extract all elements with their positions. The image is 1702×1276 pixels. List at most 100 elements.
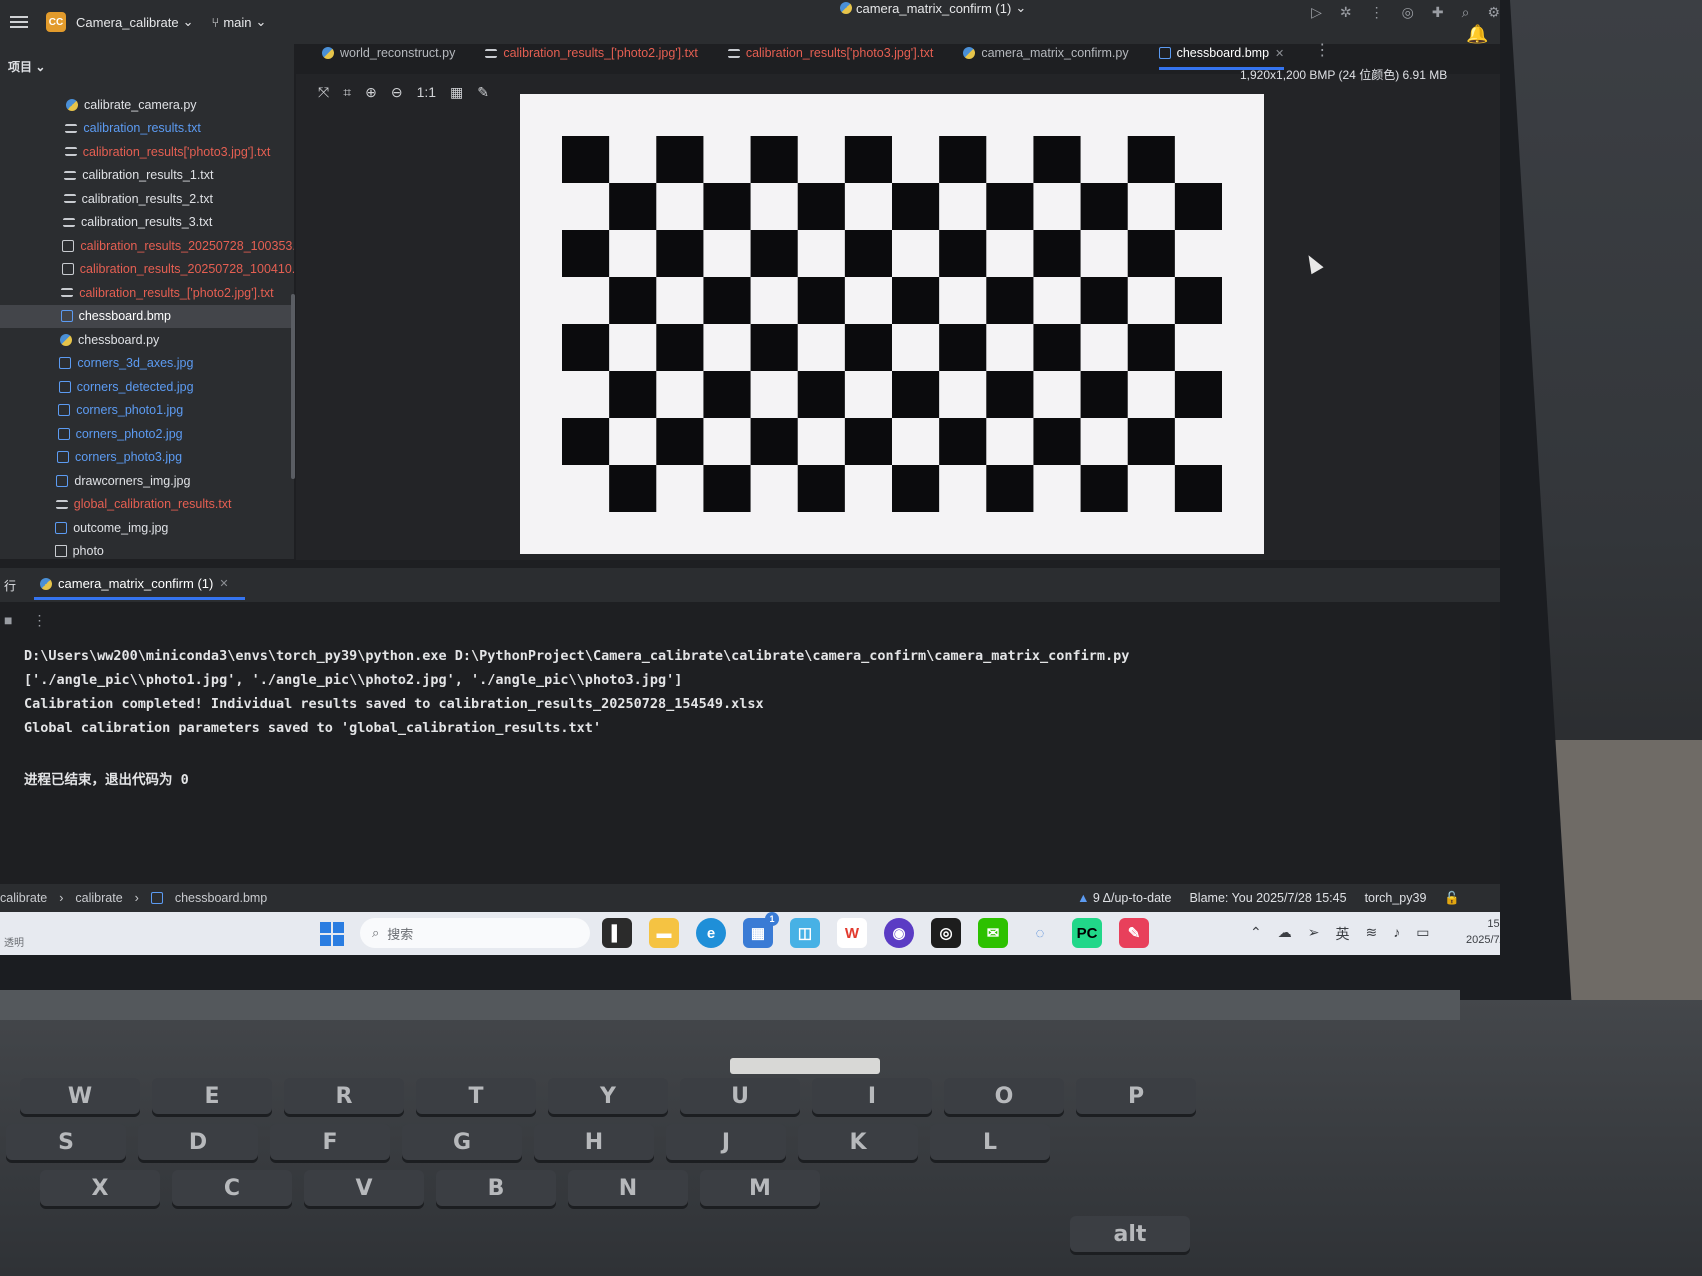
stop-icon[interactable]: ■ bbox=[4, 612, 12, 629]
volume-icon[interactable]: ♪ bbox=[1393, 924, 1400, 944]
key-e[interactable]: E bbox=[152, 1078, 272, 1114]
crop-icon[interactable]: ⌗ bbox=[343, 84, 351, 101]
zoom-out-icon[interactable]: ⊖ bbox=[391, 84, 403, 101]
task-view-icon[interactable]: ▌ bbox=[602, 918, 632, 948]
more-icon[interactable]: ⋮ bbox=[1370, 4, 1384, 21]
ime-indicator[interactable]: 英 bbox=[1335, 924, 1349, 944]
key-g[interactable]: G bbox=[402, 1124, 522, 1160]
lock-icon[interactable]: 🔓 bbox=[1444, 891, 1460, 906]
key-l[interactable]: L bbox=[930, 1124, 1050, 1160]
key-t[interactable]: T bbox=[416, 1078, 536, 1114]
file-tree-item[interactable]: corners_detected.jpg bbox=[0, 375, 294, 399]
file-tree-item[interactable]: calibration_results['photo3.jpg'].txt bbox=[0, 140, 294, 164]
run-config-selector[interactable]: camera_matrix_confirm (1) ⌄ bbox=[840, 0, 1026, 16]
taskbar-clock[interactable]: 15:59 2025/7/28 bbox=[1466, 916, 1500, 948]
key-n[interactable]: N bbox=[568, 1170, 688, 1206]
chevron-up-icon[interactable]: ⌃ bbox=[1250, 924, 1262, 944]
color-picker-icon[interactable]: ✎ bbox=[477, 84, 489, 101]
file-tree-item[interactable]: corners_photo3.jpg bbox=[0, 446, 294, 470]
key-o[interactable]: O bbox=[944, 1078, 1064, 1114]
github-icon[interactable]: ◎ bbox=[931, 918, 961, 948]
key-v[interactable]: V bbox=[304, 1170, 424, 1206]
file-tree-item[interactable]: global_calibration_results.txt bbox=[0, 493, 294, 517]
file-tree-item[interactable]: calibration_results.txt bbox=[0, 117, 294, 141]
pycharm-icon[interactable]: PC bbox=[1072, 918, 1102, 948]
close-icon[interactable]: ✕ bbox=[219, 577, 228, 590]
console-output[interactable]: D:\Users\ww200\miniconda3\envs\torch_py3… bbox=[0, 616, 1500, 884]
breadcrumb-item[interactable]: chessboard.bmp bbox=[175, 891, 267, 905]
copilot-icon[interactable]: ◎ bbox=[1402, 4, 1414, 21]
bilibili-icon[interactable]: ◫ bbox=[790, 918, 820, 948]
wps-icon[interactable]: W bbox=[837, 918, 867, 948]
project-selector[interactable]: CC Camera_calibrate ⌄ bbox=[46, 12, 194, 32]
editor-tab[interactable]: calibration_results['photo3.jpg'].txt bbox=[727, 46, 933, 70]
key-h[interactable]: H bbox=[534, 1124, 654, 1160]
key-d[interactable]: D bbox=[138, 1124, 258, 1160]
cloud-icon[interactable]: ☁ bbox=[1278, 924, 1292, 944]
file-tree-item[interactable]: chessboard.py bbox=[0, 328, 294, 352]
project-panel-title[interactable]: 项目 ⌄ bbox=[0, 44, 294, 81]
breadcrumb-item[interactable]: calibrate bbox=[75, 891, 122, 905]
run-tab[interactable]: camera_matrix_confirm (1) ✕ bbox=[34, 570, 245, 600]
battery-icon[interactable]: ▭ bbox=[1416, 924, 1429, 944]
project-scrollbar[interactable] bbox=[291, 294, 295, 479]
windows-start-icon[interactable] bbox=[320, 922, 344, 946]
vcs-status[interactable]: ▲ 9 Δ/up-to-date bbox=[1077, 891, 1171, 905]
search-icon[interactable]: ⌕ bbox=[1462, 4, 1470, 21]
grid-icon[interactable]: ▦ bbox=[450, 84, 463, 101]
file-tree-item[interactable]: calibration_results_20250728_100410.x bbox=[0, 258, 294, 282]
run-icon[interactable]: ▷ bbox=[1311, 4, 1322, 21]
send-icon[interactable]: ➢ bbox=[1308, 924, 1320, 944]
file-tree-item[interactable]: chessboard.bmp bbox=[0, 304, 294, 328]
file-tree-item[interactable]: outcome_img.jpg bbox=[0, 516, 294, 540]
file-tree-item[interactable]: photo bbox=[0, 540, 294, 564]
file-tree-item[interactable]: corners_photo2.jpg bbox=[0, 422, 294, 446]
file-tree-item[interactable]: corners_photo1.jpg bbox=[0, 399, 294, 423]
key-r[interactable]: R bbox=[284, 1078, 404, 1114]
key-w[interactable]: W bbox=[20, 1078, 140, 1114]
settings-icon[interactable]: ⚙ bbox=[1487, 4, 1500, 21]
main-menu-icon[interactable] bbox=[10, 16, 28, 28]
notification-bell-icon[interactable]: 🔔 bbox=[1466, 24, 1488, 45]
key-p[interactable]: P bbox=[1076, 1078, 1196, 1114]
key-alt[interactable]: alt bbox=[1070, 1216, 1190, 1252]
key-c[interactable]: C bbox=[172, 1170, 292, 1206]
file-tree-item[interactable]: calibration_results_1.txt bbox=[0, 164, 294, 188]
chat-icon[interactable]: ◌ bbox=[1025, 918, 1055, 948]
obs-icon[interactable]: ◉ bbox=[884, 918, 914, 948]
file-tree-item[interactable]: corners_3d_axes.jpg bbox=[0, 352, 294, 376]
fit-screen-icon[interactable]: ⤧ bbox=[318, 84, 329, 101]
key-m[interactable]: M bbox=[700, 1170, 820, 1206]
pdf-app-icon[interactable]: ✎ bbox=[1119, 918, 1149, 948]
taskbar-search[interactable]: ⌕ 搜索 bbox=[360, 918, 590, 948]
actual-size-button[interactable]: 1:1 bbox=[417, 84, 436, 101]
file-tree-item[interactable]: drawcorners_img.jpg bbox=[0, 469, 294, 493]
editor-tab[interactable]: world_reconstruct.py bbox=[322, 46, 455, 70]
file-tree-item[interactable]: calibration_results_3.txt bbox=[0, 211, 294, 235]
wechat-icon[interactable]: ✉ bbox=[978, 918, 1008, 948]
key-b[interactable]: B bbox=[436, 1170, 556, 1206]
editor-tab[interactable]: calibration_results_['photo2.jpg'].txt bbox=[485, 46, 698, 70]
interpreter-selector[interactable]: torch_py39 bbox=[1365, 891, 1427, 905]
key-i[interactable]: I bbox=[812, 1078, 932, 1114]
debug-icon[interactable]: ✲ bbox=[1340, 4, 1352, 21]
key-k[interactable]: K bbox=[798, 1124, 918, 1160]
wifi-icon[interactable]: ≋ bbox=[1365, 924, 1377, 944]
key-j[interactable]: J bbox=[666, 1124, 786, 1160]
key-s[interactable]: S bbox=[6, 1124, 126, 1160]
close-icon[interactable]: ✕ bbox=[1275, 47, 1284, 60]
blame-info[interactable]: Blame: You 2025/7/28 15:45 bbox=[1189, 891, 1346, 905]
key-x[interactable]: X bbox=[40, 1170, 160, 1206]
breadcrumb-item[interactable]: calibrate bbox=[0, 891, 47, 905]
file-tree-item[interactable]: calibration_results_20250728_100353.x bbox=[0, 234, 294, 258]
zoom-in-icon[interactable]: ⊕ bbox=[365, 84, 377, 101]
add-user-icon[interactable]: ✚ bbox=[1432, 4, 1444, 21]
store-icon[interactable]: ▦ 1 bbox=[743, 912, 779, 948]
more-icon[interactable]: ⋮ bbox=[32, 612, 46, 629]
file-tree-item[interactable]: calibrate_camera.py bbox=[0, 93, 294, 117]
key-f[interactable]: F bbox=[270, 1124, 390, 1160]
key-y[interactable]: Y bbox=[548, 1078, 668, 1114]
branch-selector[interactable]: ⑂ main ⌄ bbox=[212, 14, 267, 30]
key-u[interactable]: U bbox=[680, 1078, 800, 1114]
file-tree-item[interactable]: calibration_results_2.txt bbox=[0, 187, 294, 211]
